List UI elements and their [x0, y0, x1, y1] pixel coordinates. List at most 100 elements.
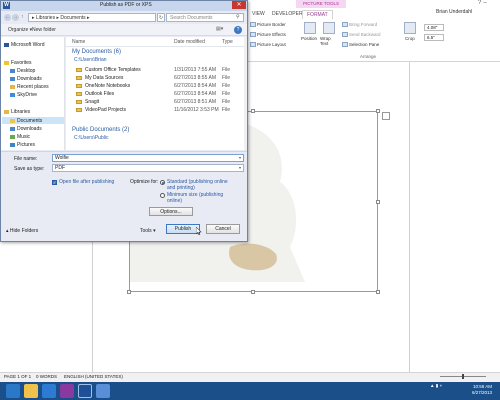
column-header-name[interactable]: Name [72, 39, 85, 45]
cancel-button[interactable]: Cancel [206, 224, 240, 234]
help-icon[interactable]: ? [234, 26, 242, 34]
position-icon[interactable] [304, 22, 316, 34]
resize-handle[interactable] [376, 200, 380, 204]
group-header[interactable]: Public Documents (2) [72, 127, 129, 133]
tools-button[interactable]: Tools ▾ [140, 228, 156, 234]
file-type: File [222, 75, 231, 81]
close-button[interactable]: ✕ [232, 1, 246, 9]
minimum-label[interactable]: Minimum size (publishing online) [167, 192, 237, 204]
width-field[interactable]: 6.5" [424, 34, 444, 41]
nav-item-recent-places[interactable]: Recent places [10, 84, 49, 90]
nav-item-favorites[interactable]: Favorites [4, 60, 32, 66]
folder-icon [76, 83, 82, 88]
scrollbar[interactable] [244, 37, 247, 150]
back-icon[interactable]: ← [4, 14, 11, 21]
refresh-icon[interactable]: ↻ [157, 13, 165, 22]
list-item[interactable]: Snagit [76, 99, 99, 105]
bring-forward-button[interactable]: Bring Forward [342, 22, 377, 28]
group-header[interactable]: My Documents (6) [72, 49, 121, 55]
organize-button[interactable]: Organize ▾ [8, 27, 32, 33]
download-icon [10, 76, 15, 81]
minimize-icon[interactable]: – [483, 0, 486, 8]
list-item[interactable]: VideoPad Projects [76, 107, 126, 113]
onenote-icon[interactable] [60, 384, 74, 398]
layout-options-icon[interactable] [382, 112, 390, 120]
clock[interactable]: 10:58 AM 6/27/2013 [472, 384, 492, 396]
list-item[interactable]: My Data Sources [76, 75, 123, 81]
nav-item-skydrive[interactable]: SkyDrive [10, 92, 37, 98]
nav-item-pictures[interactable]: Pictures [10, 142, 35, 148]
nav-item-lib-downloads[interactable]: Downloads [10, 126, 42, 132]
nav-item-libraries[interactable]: Libraries [4, 109, 30, 115]
hide-folders-button[interactable]: ▴ Hide Folders [6, 228, 38, 234]
list-item[interactable]: Custom Office Templates [76, 67, 141, 73]
resize-handle[interactable] [376, 109, 380, 113]
position-label: Position [301, 36, 318, 41]
picture-effects-icon [250, 32, 256, 38]
wrap-text-icon[interactable] [323, 22, 335, 34]
picture-border-button[interactable]: Picture Border [250, 22, 286, 28]
nav-item-documents[interactable]: Documents [10, 118, 42, 124]
standard-label[interactable]: Standard (publishing online and printing… [167, 179, 237, 191]
nav-item-music[interactable]: Music [10, 134, 30, 140]
up-icon[interactable]: ↑ [21, 14, 24, 20]
taskbar [0, 382, 500, 400]
tab-view[interactable]: VIEW [248, 10, 269, 19]
app-icon[interactable] [96, 384, 110, 398]
minimum-radio[interactable] [160, 193, 165, 198]
page-count[interactable]: PAGE 1 OF 1 [4, 372, 31, 382]
user-name[interactable]: Brian Underdahl [436, 9, 472, 15]
options-button[interactable]: Options... [149, 207, 193, 216]
savetype-select[interactable]: PDF [52, 164, 244, 172]
pictures-icon [10, 142, 15, 147]
word-icon: W [3, 2, 10, 9]
selection-pane-button[interactable]: Selection Pane [342, 42, 379, 48]
new-folder-button[interactable]: New folder [32, 27, 56, 33]
picture-layout-button[interactable]: Picture Layout [250, 42, 286, 48]
address-bar[interactable]: ▸ Libraries ▸ Documents ▸ [28, 13, 156, 22]
column-header-type[interactable]: Type [222, 39, 233, 45]
list-item[interactable]: Outlook Files [76, 91, 114, 97]
help-icon[interactable]: ? [478, 0, 481, 8]
tab-developer[interactable]: DEVELOPER [268, 10, 307, 19]
resize-handle[interactable] [251, 109, 255, 113]
file-date: 11/16/2012 3:53 PM [174, 107, 219, 113]
system-tray[interactable]: ▲ ▮ ◖ [430, 383, 442, 389]
nav-item-microsoft-word[interactable]: Microsoft Word [4, 42, 45, 48]
language-indicator[interactable]: ENGLISH (UNITED STATES) [64, 372, 123, 382]
chevron-down-icon[interactable]: ▾ [239, 155, 241, 160]
resize-handle[interactable] [376, 290, 380, 294]
column-header-date[interactable]: Date modified [174, 39, 205, 45]
file-date: 6/27/2013 8:54 AM [174, 83, 216, 89]
clock-date: 6/27/2013 [472, 390, 493, 395]
file-explorer-icon[interactable] [24, 384, 38, 398]
send-backward-button[interactable]: Send Backward [342, 32, 381, 38]
publish-button[interactable]: Publish [166, 224, 200, 234]
zoom-thumb[interactable] [462, 374, 464, 379]
tab-format[interactable]: FORMAT [302, 10, 333, 19]
resize-handle[interactable] [251, 290, 255, 294]
ie-icon[interactable] [6, 384, 20, 398]
outlook-icon[interactable] [42, 384, 56, 398]
nav-item-desktop[interactable]: Desktop [10, 68, 35, 74]
forward-icon[interactable]: → [12, 14, 19, 21]
download-icon [10, 126, 15, 131]
search-input[interactable]: Search Documents [166, 13, 244, 22]
open-after-label[interactable]: Open file after publishing [59, 179, 114, 185]
list-item[interactable]: OneNote Notebooks [76, 83, 130, 89]
view-options-icon[interactable]: ▤▾ [216, 26, 228, 34]
open-after-checkbox[interactable]: ✓ [52, 180, 57, 185]
picture-effects-button[interactable]: Picture Effects [250, 32, 286, 38]
filename-input[interactable]: Wolfie [52, 154, 244, 162]
nav-item-downloads[interactable]: Downloads [10, 76, 42, 82]
folder-icon [76, 99, 82, 104]
word-count[interactable]: 0 WORDS [36, 372, 57, 382]
chevron-down-icon[interactable]: ▾ [239, 165, 241, 170]
resize-handle[interactable] [127, 290, 131, 294]
crop-icon[interactable] [404, 22, 416, 34]
word-taskbar-icon[interactable] [78, 384, 92, 398]
selection-pane-icon [342, 42, 348, 48]
library-icon [4, 109, 9, 114]
height-field[interactable]: 4.08" [424, 24, 444, 31]
documents-icon [10, 118, 15, 123]
